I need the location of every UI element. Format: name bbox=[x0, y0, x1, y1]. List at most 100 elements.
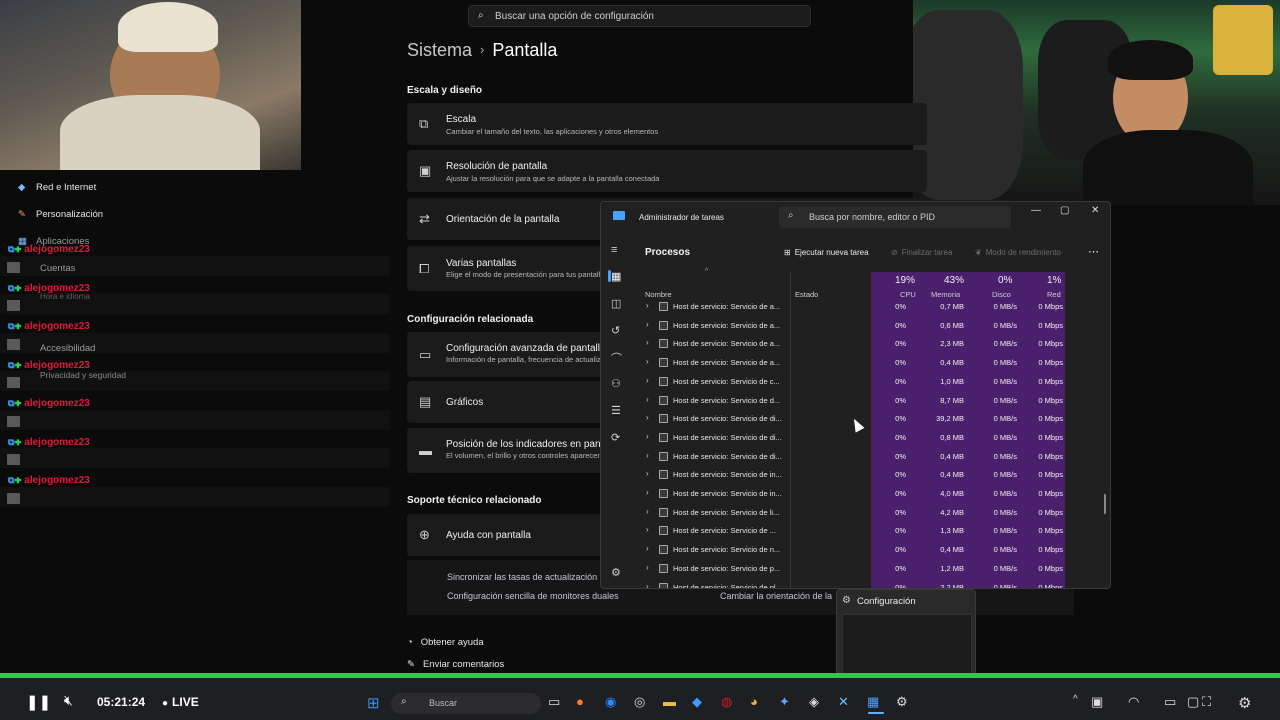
help-card-title: Ayuda con pantalla bbox=[446, 530, 531, 541]
processes-icon[interactable]: ▦ bbox=[611, 270, 621, 283]
process-row[interactable]: › Host de servicio: Servicio de di... 0% 0,… bbox=[601, 448, 1110, 466]
process-icon bbox=[659, 470, 668, 480]
task-view-icon[interactable]: ▭ bbox=[548, 694, 560, 710]
process-row[interactable]: › Host de servicio: Servicio de a... 0% 0,7… bbox=[601, 298, 1110, 316]
obs-icon[interactable]: ◎ bbox=[634, 694, 645, 710]
windows-start-icon[interactable]: ⊞ bbox=[367, 694, 380, 712]
expand-chevron-icon[interactable]: › bbox=[646, 395, 649, 404]
expand-chevron-icon[interactable]: › bbox=[646, 320, 649, 329]
expand-chevron-icon[interactable]: › bbox=[646, 525, 649, 534]
process-row[interactable]: › Host de servicio: Servicio de n... 0% 0,4… bbox=[601, 541, 1110, 559]
expand-chevron-icon[interactable]: › bbox=[646, 451, 649, 460]
expand-chevron-icon[interactable]: › bbox=[646, 357, 649, 366]
firefox-icon[interactable]: ● bbox=[576, 694, 584, 709]
process-disk: 0 MB/s bbox=[993, 395, 1017, 405]
sidebar-item-accessibility[interactable]: Accesibilidad bbox=[40, 343, 95, 354]
orientation-icon: ⇄ bbox=[419, 211, 430, 226]
sidebar-item-privacy[interactable]: Privacidad y seguridad bbox=[40, 370, 126, 380]
process-net: 0 Mbps bbox=[1038, 302, 1063, 311]
file-explorer-icon[interactable]: ▬ bbox=[663, 694, 676, 709]
expand-chevron-icon[interactable]: › bbox=[646, 338, 649, 347]
sidebar-item-network[interactable]: ◆ Red e Internet bbox=[18, 182, 96, 193]
chat-username-text: alejogomez23 bbox=[24, 321, 90, 332]
expand-chevron-icon[interactable]: › bbox=[646, 469, 649, 478]
run-new-task-button[interactable]: ⊞ Ejecutar nueva tarea bbox=[784, 248, 869, 257]
app-icon-red[interactable]: ◍ bbox=[721, 694, 732, 710]
task-manager-search-input[interactable]: ⌕ Busca por nombre, editor o PID bbox=[779, 206, 1011, 228]
get-help-link[interactable]: ◔ Obtener ayuda bbox=[407, 637, 484, 648]
process-row[interactable]: › Host de servicio: Servicio de a... 0% 0,4… bbox=[601, 354, 1110, 372]
process-row[interactable]: › Host de servicio: Servicio de a... 0% 2,3… bbox=[601, 335, 1110, 353]
fullscreen-exit-icon[interactable]: ▭ bbox=[1164, 694, 1176, 710]
app-icon-blue[interactable]: ✦ bbox=[779, 694, 790, 710]
maximize-icon[interactable]: ▢ bbox=[1060, 205, 1069, 216]
expand-chevron-icon[interactable]: › bbox=[646, 582, 649, 589]
player-settings-icon[interactable]: ⚙ bbox=[1238, 694, 1251, 712]
capcut-icon[interactable]: ✕ bbox=[838, 694, 849, 710]
scale-title: Escala bbox=[446, 114, 477, 125]
pause-icon[interactable]: ❚❚ bbox=[26, 693, 51, 711]
sync-refresh-link[interactable]: Sincronizar las tasas de actualización bbox=[447, 572, 597, 582]
expand-icon[interactable]: ⛶ bbox=[1202, 694, 1211, 710]
efficiency-mode-button[interactable]: ❦ Modo de rendimiento bbox=[975, 248, 1061, 257]
process-row[interactable]: › Host de servicio: Servicio de c... 0% 1,0… bbox=[601, 373, 1110, 391]
chat-username: ⧉✚ alejogomez23 bbox=[8, 244, 90, 255]
scrollbar-thumb[interactable] bbox=[1104, 494, 1106, 514]
expand-chevron-icon[interactable]: › bbox=[646, 544, 649, 553]
process-row[interactable]: › Host de servicio: Servicio de in... 0% 4,… bbox=[601, 485, 1110, 503]
tray-app-icon[interactable]: ▣ bbox=[1091, 694, 1103, 710]
minimize-icon[interactable]: — bbox=[1031, 205, 1041, 216]
process-mem: 0,8 MB bbox=[940, 432, 964, 442]
edge-icon[interactable]: ◉ bbox=[605, 694, 616, 710]
wifi-tray-icon[interactable]: ◠ bbox=[1128, 694, 1139, 710]
expand-chevron-icon[interactable]: › bbox=[646, 432, 649, 441]
settings-search-input[interactable]: ⌕ Buscar una opción de configuración bbox=[468, 5, 811, 27]
expand-chevron-icon[interactable]: › bbox=[646, 507, 649, 516]
task-manager-window: Administrador de tareas ⌕ Busca por nomb… bbox=[600, 201, 1111, 589]
process-row[interactable]: › Host de servicio: Servicio de d... 0% 8,7… bbox=[601, 392, 1110, 410]
process-cpu: 0% bbox=[895, 489, 906, 498]
expand-chevron-icon[interactable]: › bbox=[646, 376, 649, 385]
process-row[interactable]: › Host de servicio: Servicio de a... 0% 0,6… bbox=[601, 317, 1110, 335]
muted-speaker-icon[interactable]: 🔇︎ bbox=[64, 692, 73, 709]
memory-total: 43% bbox=[944, 275, 965, 286]
search-icon: ⌕ bbox=[478, 10, 484, 21]
task-manager-taskbar-icon[interactable]: ▦ bbox=[867, 694, 879, 710]
app-icon-misc[interactable]: ◈ bbox=[809, 694, 819, 710]
hamburger-menu-icon[interactable]: ≡ bbox=[611, 244, 617, 256]
process-row[interactable]: › Host de servicio: Servicio de p... 0% 1,2… bbox=[601, 560, 1110, 578]
process-row[interactable]: › Host de servicio: Servicio de ... 0% 1,3 … bbox=[601, 522, 1110, 540]
process-name: Host de servicio: Servicio de pl... bbox=[673, 582, 782, 589]
jersey-shape bbox=[1213, 5, 1273, 75]
process-net: 0 Mbps bbox=[1038, 432, 1063, 442]
expand-chevron-icon[interactable]: › bbox=[646, 563, 649, 572]
process-name: Host de servicio: Servicio de d... bbox=[673, 395, 781, 405]
taskbar-search[interactable]: ⌕ Buscar bbox=[391, 693, 541, 714]
scale-card[interactable]: ⧉ Escala Cambiar el tamaño del texto, la… bbox=[407, 103, 927, 145]
close-icon[interactable]: ✕ bbox=[1091, 205, 1099, 216]
expand-chevron-icon[interactable]: › bbox=[646, 301, 649, 310]
process-row[interactable]: › Host de servicio: Servicio de in... 0% 0,… bbox=[601, 466, 1110, 484]
sidebar-item-accounts[interactable]: Cuentas bbox=[40, 263, 75, 274]
more-options-icon[interactable]: ⋯ bbox=[1088, 245, 1099, 258]
breadcrumb-parent[interactable]: Sistema bbox=[407, 40, 472, 60]
sidebar-label-personalization: Personalización bbox=[36, 209, 104, 220]
process-row[interactable]: › Host de servicio: Servicio de pl... 0% 2,… bbox=[601, 579, 1110, 589]
task-manager-search-placeholder: Busca por nombre, editor o PID bbox=[809, 212, 936, 222]
dual-monitor-link[interactable]: Configuración sencilla de monitores dual… bbox=[447, 591, 619, 601]
wifi-icon: ◆ bbox=[18, 182, 26, 193]
expand-chevron-icon[interactable]: › bbox=[646, 488, 649, 497]
process-row[interactable]: › Host de servicio: Servicio de li... 0% 4,… bbox=[601, 504, 1110, 522]
change-orientation-link[interactable]: Cambiar la orientación de la bbox=[720, 591, 832, 601]
picture-in-picture-icon[interactable]: ▢ bbox=[1187, 694, 1199, 710]
end-task-button[interactable]: ⊘ Finalizar tarea bbox=[891, 248, 952, 257]
chrome-icon[interactable]: ◕ bbox=[750, 694, 758, 709]
feedback-link[interactable]: ✎ Enviar comentarios bbox=[407, 659, 504, 670]
resolution-card[interactable]: ▣ Resolución de pantalla Ajustar la reso… bbox=[407, 150, 927, 192]
expand-chevron-icon[interactable]: › bbox=[646, 413, 649, 422]
settings-taskbar-icon[interactable]: ⚙ bbox=[896, 694, 908, 710]
store-icon[interactable]: ◆ bbox=[692, 694, 702, 710]
taskbar-preview-popup[interactable]: ⚙ Configuración bbox=[836, 589, 976, 679]
chevron-up-icon[interactable]: ^ bbox=[1073, 694, 1078, 705]
sidebar-item-personalization[interactable]: ✎ Personalización bbox=[18, 209, 103, 220]
